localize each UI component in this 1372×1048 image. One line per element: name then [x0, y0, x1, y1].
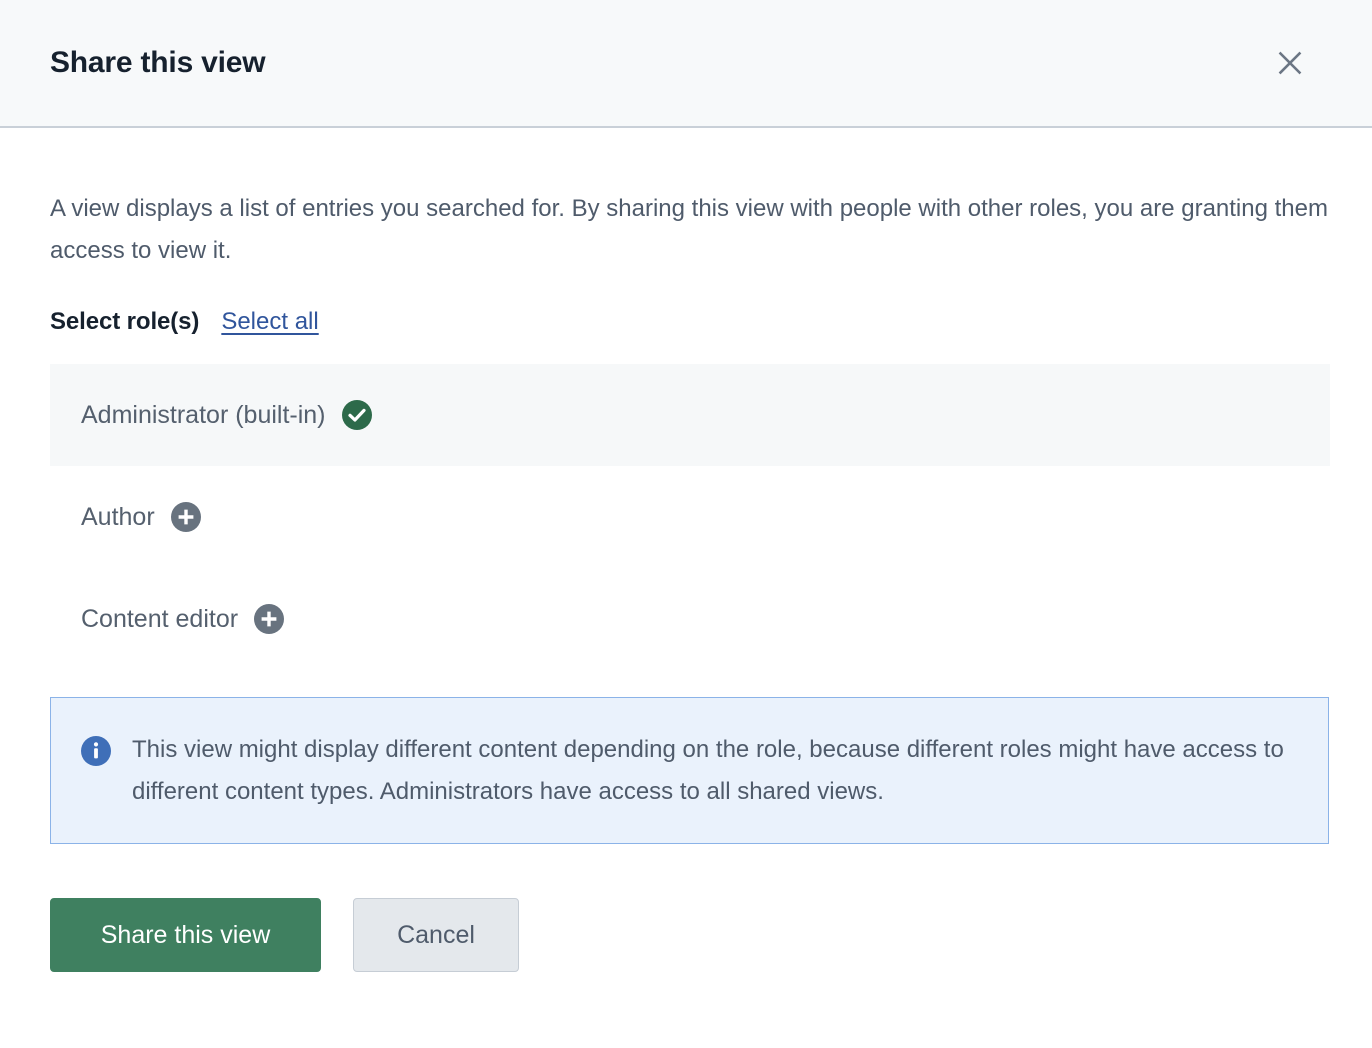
- dialog-body: A view displays a list of entries you se…: [0, 128, 1372, 1048]
- info-callout-text: This view might display different conten…: [132, 729, 1300, 813]
- role-row-administrator[interactable]: Administrator (built-in): [50, 364, 1330, 466]
- plus-circle-icon[interactable]: [171, 502, 201, 532]
- check-circle-icon[interactable]: [342, 400, 372, 430]
- share-view-dialog: Share this view A view displays a list o…: [0, 0, 1372, 1048]
- intro-text: A view displays a list of entries you se…: [50, 128, 1328, 272]
- select-all-link[interactable]: Select all: [221, 308, 318, 336]
- info-callout: This view might display different conten…: [50, 697, 1329, 844]
- role-label: Content editor: [81, 607, 238, 632]
- select-roles-label: Select role(s): [50, 308, 199, 336]
- role-list: Administrator (built-in) Author: [50, 364, 1330, 670]
- role-label: Administrator (built-in): [81, 403, 326, 428]
- dialog-header: Share this view: [0, 0, 1372, 128]
- dialog-footer: Share this view Cancel: [50, 898, 1328, 972]
- cancel-button[interactable]: Cancel: [353, 898, 519, 972]
- share-this-view-button[interactable]: Share this view: [50, 898, 321, 972]
- plus-circle-icon[interactable]: [254, 604, 284, 634]
- close-icon: [1277, 50, 1303, 76]
- role-row-author[interactable]: Author: [50, 466, 1330, 568]
- page-title: Share this view: [50, 48, 265, 78]
- close-button[interactable]: [1268, 41, 1312, 85]
- select-roles-header: Select role(s) Select all: [50, 308, 1328, 336]
- role-label: Author: [81, 505, 155, 530]
- role-row-content-editor[interactable]: Content editor: [50, 568, 1330, 670]
- info-circle-icon: [81, 736, 111, 766]
